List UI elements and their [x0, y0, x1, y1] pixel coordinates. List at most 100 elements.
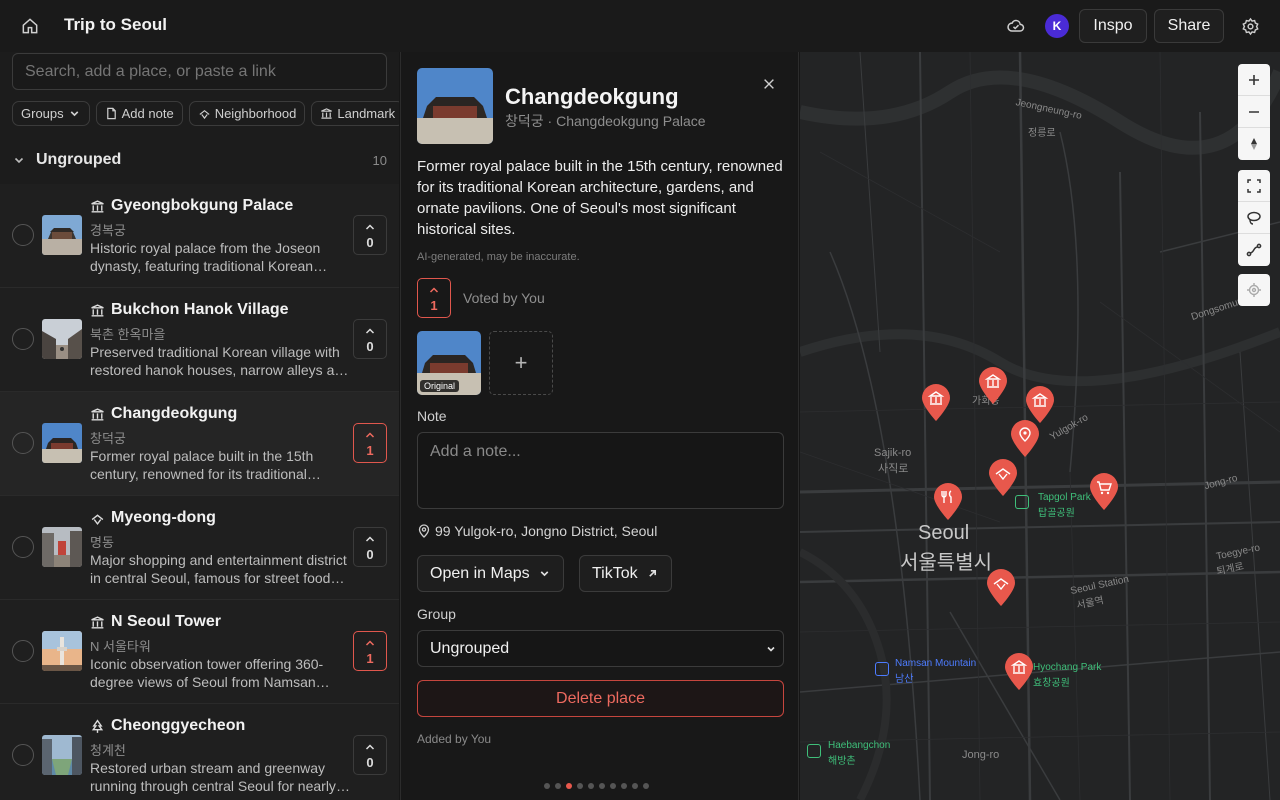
place-name-text: Gyeongbokgung Palace	[111, 197, 294, 214]
place-name-text: Myeong-dong	[111, 509, 216, 526]
places-panel: Groups Add note Neighborhood Landmark Un…	[0, 52, 399, 800]
group-select[interactable]: Ungrouped	[417, 630, 784, 667]
add-photo-button[interactable]: +	[489, 331, 553, 395]
map-pin-shopping[interactable]	[1089, 473, 1119, 511]
route-button[interactable]	[1238, 234, 1270, 266]
delete-place-button[interactable]: Delete place	[417, 680, 784, 717]
place-thumbnail	[42, 631, 82, 671]
map-pin-landmark[interactable]	[921, 384, 951, 422]
map-pin-landmark[interactable]	[978, 367, 1008, 405]
list-item[interactable]: Cheonggyecheon 청계천 Restored urban stream…	[0, 704, 399, 800]
place-description: Preserved traditional Korean village wit…	[90, 344, 350, 378]
upvote-button[interactable]: 0	[353, 735, 387, 775]
inspo-button[interactable]: Inspo	[1079, 9, 1147, 43]
place-name: Myeong-dong	[90, 509, 216, 527]
upvote-button[interactable]: 1	[353, 631, 387, 671]
landmark-icon	[91, 407, 104, 421]
pager-dot[interactable]	[610, 783, 616, 789]
lasso-button[interactable]	[1238, 202, 1270, 234]
neighborhood-icon	[199, 109, 210, 120]
pager-dot[interactable]	[588, 783, 594, 789]
share-button[interactable]: Share	[1154, 9, 1224, 43]
neighborhood-chip[interactable]: Neighborhood	[188, 101, 306, 126]
zoom-out-button[interactable]	[1238, 96, 1270, 128]
close-icon[interactable]	[759, 74, 779, 94]
upvote-button[interactable]: 0	[353, 215, 387, 255]
place-description: Major shopping and entertainment distric…	[90, 552, 347, 586]
add-note-chip[interactable]: Add note	[95, 101, 183, 126]
note-input[interactable]: Add a note...	[417, 432, 784, 509]
upvote-button[interactable]: 0	[353, 319, 387, 359]
place-name-text: Bukchon Hanok Village	[111, 301, 289, 318]
place-local-name: 북촌 한옥마을	[90, 327, 166, 342]
photo-thumbnail[interactable]: Original	[417, 331, 481, 395]
list-item-selected[interactable]: Changdeokgung 창덕궁 Former royal palace bu…	[0, 392, 399, 496]
tiktok-button[interactable]: TikTok	[579, 555, 672, 592]
map-label: 남산	[895, 674, 914, 685]
upvote-button[interactable]: 1	[417, 278, 451, 318]
chevron-down-icon	[767, 646, 775, 652]
map-pin-landmark[interactable]	[1025, 386, 1055, 424]
zoom-in-button[interactable]	[1238, 64, 1270, 96]
visited-checkbox[interactable]	[12, 744, 34, 766]
avatar[interactable]: K	[1045, 14, 1069, 38]
open-in-maps-button[interactable]: Open in Maps	[417, 555, 564, 592]
pager-dot[interactable]	[555, 783, 561, 789]
list-item[interactable]: Myeong-dong 명동 Major shopping and entert…	[0, 496, 399, 600]
list-item[interactable]: Bukchon Hanok Village 북촌 한옥마을 Preserved …	[0, 288, 399, 392]
map-pin-place[interactable]	[1010, 420, 1040, 458]
fullscreen-button[interactable]	[1238, 170, 1270, 202]
visited-checkbox[interactable]	[12, 536, 34, 558]
visited-checkbox[interactable]	[12, 224, 34, 246]
pager-dot[interactable]	[643, 783, 649, 789]
top-bar: Trip to Seoul K Inspo Share	[0, 0, 1280, 52]
visited-checkbox[interactable]	[12, 640, 34, 662]
locate-button[interactable]	[1238, 274, 1270, 306]
compass-button[interactable]	[1238, 128, 1270, 160]
chevron-up-icon	[365, 535, 375, 542]
place-name: Bukchon Hanok Village	[90, 301, 289, 319]
place-name: Gyeongbokgung Palace	[90, 197, 293, 215]
map-pin-landmark[interactable]	[1004, 653, 1034, 691]
upvote-button[interactable]: 1	[353, 423, 387, 463]
park-icon	[91, 718, 104, 733]
pager-dot[interactable]	[566, 783, 572, 789]
cloud-sync-icon[interactable]	[1004, 14, 1028, 38]
chevron-up-icon	[365, 223, 375, 230]
home-icon[interactable]	[18, 14, 42, 38]
map-label: Tapgol Park	[1038, 492, 1091, 503]
chevron-up-icon	[429, 286, 439, 293]
landmark-chip[interactable]: Landmark	[311, 101, 399, 126]
map-pin-food[interactable]	[933, 483, 963, 521]
chip-label: Neighborhood	[214, 106, 297, 121]
pager-dot[interactable]	[632, 783, 638, 789]
visited-checkbox[interactable]	[12, 328, 34, 350]
map-view[interactable]: Jeongneung-ro 정릉로 가회동 Yulgok-ro Dongsomu…	[800, 52, 1280, 800]
gear-icon[interactable]	[1238, 14, 1262, 38]
map-tools	[1238, 170, 1270, 266]
pager-dot[interactable]	[544, 783, 550, 789]
visited-checkbox[interactable]	[12, 432, 34, 454]
pager-dot[interactable]	[577, 783, 583, 789]
map-label: Jong-ro	[962, 749, 1000, 761]
lasso-icon	[1247, 211, 1261, 225]
groups-chip[interactable]: Groups	[12, 101, 90, 126]
place-local-name: 청계천	[90, 743, 126, 758]
search-input[interactable]	[12, 53, 387, 90]
map-pin-neighborhood[interactable]	[986, 569, 1016, 607]
crosshair-icon	[1247, 283, 1261, 297]
upvote-button[interactable]: 0	[353, 527, 387, 567]
vote-count: 1	[366, 442, 374, 458]
pager-dot[interactable]	[621, 783, 627, 789]
list-item[interactable]: Gyeongbokgung Palace 경복궁 Historic royal …	[0, 184, 399, 288]
vote-count: 1	[430, 297, 438, 313]
group-header[interactable]: Ungrouped 10	[0, 142, 399, 178]
list-item[interactable]: N Seoul Tower N 서울타워 Iconic observation …	[0, 600, 399, 704]
landmark-icon	[321, 108, 333, 119]
landmark-icon	[91, 303, 104, 317]
place-name-text: Cheonggyecheon	[111, 717, 246, 734]
map-pin-neighborhood[interactable]	[988, 459, 1018, 497]
trip-title[interactable]: Trip to Seoul	[64, 15, 167, 35]
map-label: Haebangchon	[828, 740, 891, 751]
pager-dot[interactable]	[599, 783, 605, 789]
